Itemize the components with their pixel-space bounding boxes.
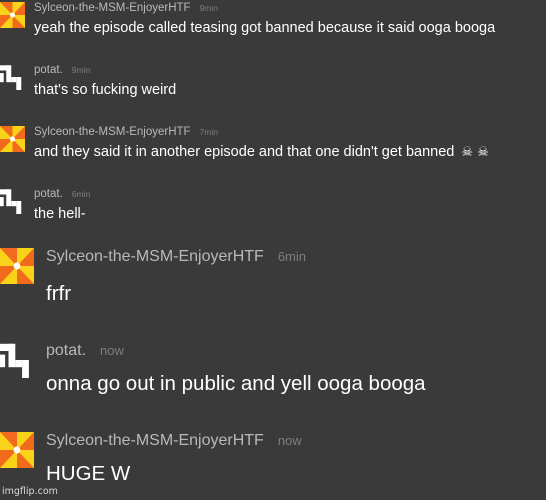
skull-emoji-icon: ☠ ☠ bbox=[461, 145, 489, 160]
username[interactable]: potat. bbox=[34, 188, 63, 200]
message-text: and they said it in another episode and … bbox=[34, 144, 489, 160]
username[interactable]: Sylceon-the-MSM-EnjoyerHTF bbox=[46, 432, 264, 449]
sunburst-icon[interactable] bbox=[0, 2, 25, 28]
message-text: HUGE W bbox=[46, 462, 131, 485]
message-text: that's so fucking weird bbox=[34, 82, 177, 98]
pixel-glyph-icon[interactable] bbox=[0, 64, 25, 90]
timestamp: 9min bbox=[71, 65, 91, 75]
username[interactable]: Sylceon-the-MSM-EnjoyerHTF bbox=[34, 126, 191, 138]
message-header: Sylceon-the-MSM-EnjoyerHTF 6min bbox=[46, 248, 306, 266]
message-text: onna go out in public and yell ooga boog… bbox=[46, 372, 426, 395]
timestamp: 6min bbox=[277, 249, 307, 264]
message-header: Sylceon-the-MSM-EnjoyerHTF 7min bbox=[34, 126, 218, 138]
sunburst-icon[interactable] bbox=[0, 126, 25, 152]
message-text-content: and they said it in another episode and … bbox=[34, 144, 455, 160]
message-header: Sylceon-the-MSM-EnjoyerHTF 9min bbox=[34, 2, 218, 14]
message-header: potat. 9min bbox=[34, 64, 90, 76]
message-header: potat. 6min bbox=[34, 188, 90, 200]
message-header: potat. now bbox=[46, 342, 124, 360]
username[interactable]: potat. bbox=[34, 64, 63, 76]
pixel-glyph-icon[interactable] bbox=[0, 342, 34, 378]
username[interactable]: potat. bbox=[46, 342, 86, 359]
timestamp: now bbox=[100, 343, 124, 358]
message-text: yeah the episode called teasing got bann… bbox=[34, 20, 496, 36]
username[interactable]: Sylceon-the-MSM-EnjoyerHTF bbox=[46, 248, 264, 265]
sunburst-icon[interactable] bbox=[0, 248, 34, 284]
message-header: Sylceon-the-MSM-EnjoyerHTF now bbox=[46, 432, 302, 450]
message-text: the hell- bbox=[34, 206, 86, 222]
timestamp: 6min bbox=[71, 189, 91, 199]
pixel-glyph-icon[interactable] bbox=[0, 188, 25, 214]
imgflip-watermark: imgflip.com bbox=[2, 486, 58, 497]
message-text: frfr bbox=[46, 282, 72, 305]
chat-log: Sylceon-the-MSM-EnjoyerHTF 9min yeah the … bbox=[0, 0, 546, 500]
timestamp: 7min bbox=[199, 127, 219, 137]
timestamp: now bbox=[277, 433, 302, 448]
username[interactable]: Sylceon-the-MSM-EnjoyerHTF bbox=[34, 2, 191, 14]
sunburst-icon[interactable] bbox=[0, 432, 34, 468]
timestamp: 9min bbox=[199, 3, 219, 13]
